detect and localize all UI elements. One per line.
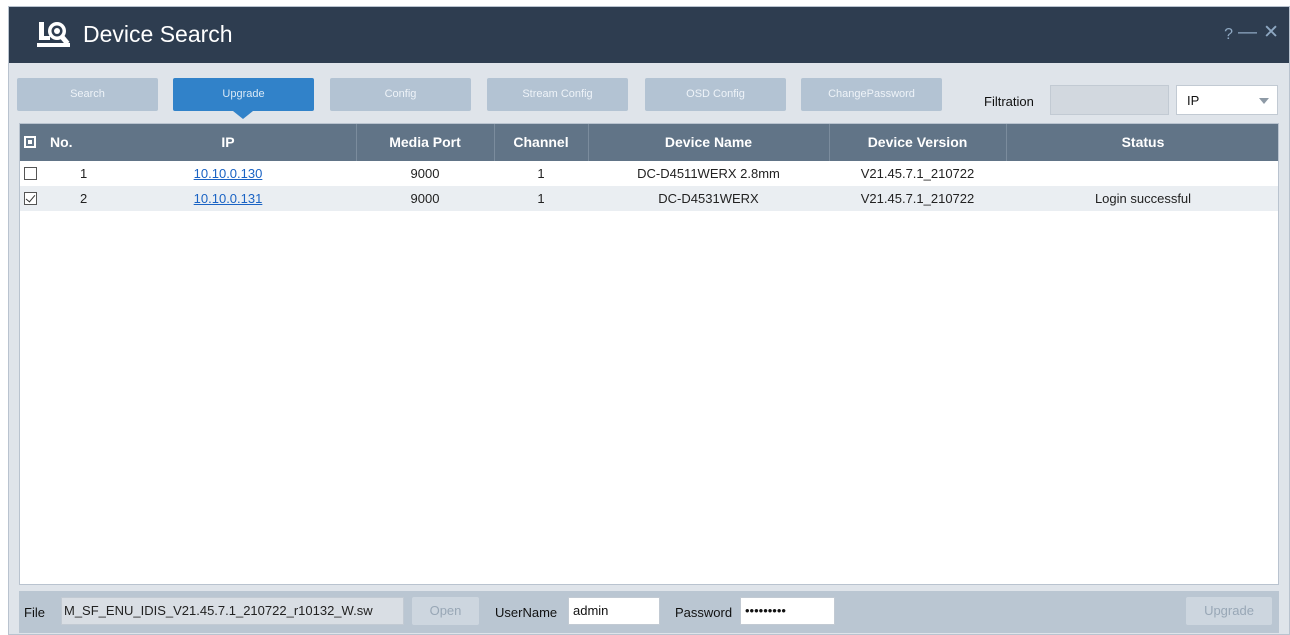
password-label: Password — [675, 605, 733, 620]
column-header-device-version[interactable]: Device Version — [829, 124, 1006, 161]
osd-config-button[interactable]: OSD Config — [645, 78, 786, 111]
cell-device-name: DC-D4511WERX 2.8mm — [637, 166, 780, 181]
minimize-icon[interactable]: — — [1238, 23, 1257, 43]
cell-device-version: V21.45.7.1_210722 — [860, 166, 975, 181]
cell-channel: 1 — [537, 191, 545, 206]
device-search-window: Device Search ? — ✕ Search Upgrade Confi… — [8, 6, 1290, 635]
username-input[interactable]: admin — [568, 597, 660, 625]
column-header-ip[interactable]: IP — [100, 124, 356, 161]
window-title: Device Search — [83, 21, 233, 47]
stream-config-button[interactable]: Stream Config — [487, 78, 628, 111]
table-header: No. IP Media Port Channel Device Name De… — [20, 124, 1278, 161]
title-bar[interactable]: Device Search ? — ✕ — [9, 7, 1289, 63]
cell-status: Login successful — [1094, 191, 1192, 206]
search-button[interactable]: Search — [17, 78, 158, 111]
change-password-button[interactable]: ChangePassword — [801, 78, 942, 111]
select-all-checkbox[interactable] — [24, 136, 36, 148]
filtration-input[interactable] — [1050, 85, 1169, 115]
username-label: UserName — [495, 605, 558, 620]
open-button[interactable]: Open — [412, 597, 479, 625]
help-icon[interactable]: ? — [1224, 25, 1233, 45]
password-input[interactable]: ••••••••• — [740, 597, 835, 625]
cell-status — [1006, 161, 1278, 186]
active-caret-icon — [233, 111, 253, 119]
column-header-media-port[interactable]: Media Port — [356, 124, 494, 161]
cell-device-version: V21.45.7.1_210722 — [860, 191, 975, 206]
close-icon[interactable]: ✕ — [1263, 23, 1279, 43]
upgrade-tab-label: Upgrade — [222, 88, 265, 100]
table-row[interactable]: 2 10.10.0.131 9000 1 DC-D4531WERX V21.45… — [20, 186, 1278, 211]
row-checkbox[interactable] — [24, 167, 37, 180]
cell-ip-link[interactable]: 10.10.0.131 — [100, 186, 356, 211]
column-header-device-name[interactable]: Device Name — [588, 124, 829, 161]
config-button[interactable]: Config — [330, 78, 471, 111]
device-table: No. IP Media Port Channel Device Name De… — [19, 123, 1279, 585]
cell-ip-link[interactable]: 10.10.0.130 — [100, 161, 356, 186]
upgrade-bar: File M_SF_ENU_IDIS_V21.45.7.1_210722_r10… — [19, 591, 1279, 633]
upgrade-tab-button[interactable]: Upgrade — [173, 78, 314, 119]
cell-media-port: 9000 — [410, 166, 440, 181]
column-header-status[interactable]: Status — [1006, 124, 1278, 161]
table-row[interactable]: 1 10.10.0.130 9000 1 DC-D4511WERX 2.8mm … — [20, 161, 1278, 186]
row-checkbox[interactable] — [24, 192, 37, 205]
column-header-channel[interactable]: Channel — [494, 124, 588, 161]
column-header-no[interactable]: No. — [50, 124, 100, 161]
filter-type-value: IP — [1187, 93, 1200, 108]
upgrade-button[interactable]: Upgrade — [1186, 597, 1272, 625]
filter-type-select[interactable]: IP — [1176, 85, 1278, 115]
filtration-label: Filtration — [984, 94, 1034, 109]
device-search-logo-icon — [37, 22, 70, 47]
cell-channel: 1 — [537, 166, 545, 181]
cell-media-port: 9000 — [410, 191, 440, 206]
cell-device-name: DC-D4531WERX — [658, 191, 759, 206]
file-label: File — [24, 605, 45, 620]
file-path-field[interactable]: M_SF_ENU_IDIS_V21.45.7.1_210722_r10132_W… — [61, 597, 404, 625]
dropdown-arrow-icon[interactable] — [1259, 98, 1269, 104]
